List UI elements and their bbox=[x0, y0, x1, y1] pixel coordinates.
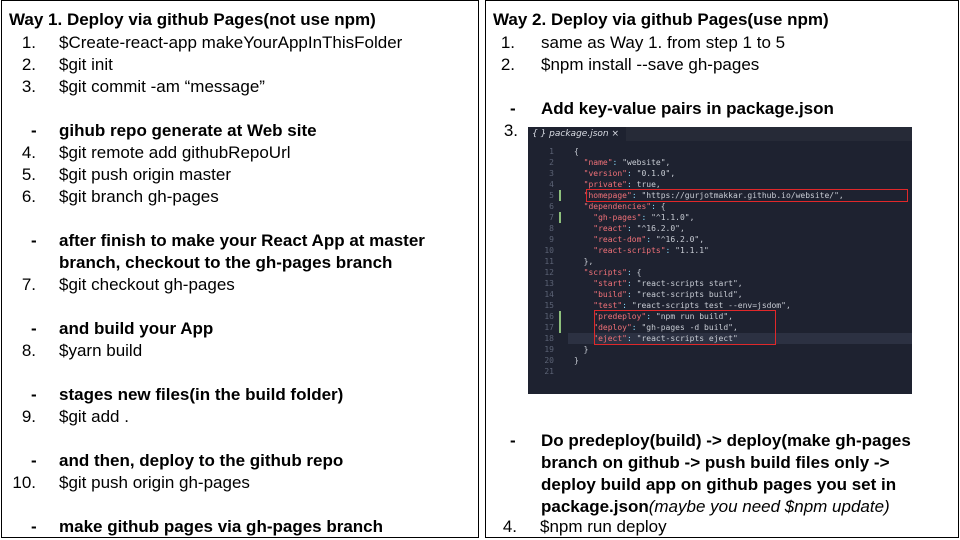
code-line: "start": "react-scripts start", bbox=[593, 279, 743, 288]
code-line-number: 3 bbox=[549, 169, 554, 178]
code-line: "version": "0.1.0", bbox=[583, 169, 676, 178]
package-json-code-screenshot: { } package.json × 1 {2 "name": "website"… bbox=[528, 127, 912, 394]
scripts-highlight-box bbox=[594, 310, 776, 345]
way1-step-number: 5. bbox=[21, 165, 36, 184]
code-line-number: 16 bbox=[544, 312, 554, 321]
way2-step-number: 2. bbox=[500, 55, 515, 74]
way1-step-number: 3. bbox=[21, 77, 36, 96]
way1-bullet: - bbox=[31, 451, 37, 470]
way2-note: Add key-value pairs in package.json bbox=[541, 99, 834, 118]
way2-note: package.json bbox=[541, 497, 649, 516]
code-line-number: 17 bbox=[544, 323, 554, 332]
way1-step-text: $git remote add githubRepoUrl bbox=[59, 143, 291, 162]
code-line-number: 15 bbox=[544, 301, 554, 310]
way1-step-text: $git push origin master bbox=[59, 165, 231, 184]
code-line: } bbox=[574, 356, 579, 365]
way2-title: Way 2. Deploy via github Pages(use npm) bbox=[493, 10, 829, 29]
way2-note: branch on github -> push build files onl… bbox=[541, 453, 890, 472]
code-line-number: 5 bbox=[549, 191, 554, 200]
code-line-number: 21 bbox=[544, 367, 554, 376]
editor-tab-label: { } package.json × bbox=[532, 129, 619, 139]
way2-note-italic: (maybe you need $npm update) bbox=[648, 497, 890, 516]
code-line: "build": "react-scripts build", bbox=[593, 290, 743, 299]
way1-note: branch, checkout to the gh-pages branch bbox=[59, 253, 393, 272]
way1-step-text: $git push origin gh-pages bbox=[59, 473, 250, 492]
code-line-number: 4 bbox=[549, 180, 554, 189]
code-line-number: 13 bbox=[544, 279, 554, 288]
code-line: "react-scripts": "1.1.1" bbox=[593, 246, 709, 255]
way1-step-text: $git init bbox=[59, 55, 113, 74]
code-line-number: 8 bbox=[549, 224, 554, 233]
way1-note: and build your App bbox=[59, 319, 214, 338]
way1-bullet: - bbox=[31, 319, 37, 338]
code-line: "react-dom": "^16.2.0", bbox=[593, 235, 705, 244]
code-line-number: 19 bbox=[544, 345, 554, 354]
way2-step-text: $npm run deploy bbox=[540, 517, 667, 536]
git-change-marker bbox=[559, 322, 561, 333]
way1-step-number: 9. bbox=[21, 407, 36, 426]
git-change-marker bbox=[559, 311, 561, 322]
code-line: "scripts": { bbox=[583, 268, 642, 277]
way1-step-number: 7. bbox=[21, 275, 36, 294]
way1-step-number: 4. bbox=[21, 143, 36, 162]
way1-bullet: - bbox=[31, 121, 37, 140]
way1-bullet: - bbox=[31, 231, 37, 250]
way1-step-text: $yarn build bbox=[59, 341, 143, 360]
way1-note: make github pages via gh-pages branch bbox=[59, 517, 384, 536]
way2-note: Do predeploy(build) -> deploy(make gh-pa… bbox=[541, 431, 911, 450]
way2-step-text: same as Way 1. from step 1 to 5 bbox=[541, 33, 786, 52]
way2-step-text: $npm install --save gh-pages bbox=[541, 55, 760, 74]
way1-step-text: $git branch gh-pages bbox=[59, 187, 219, 206]
code-line: "dependencies": { bbox=[583, 202, 666, 211]
way1-title: Way 1. Deploy via github Pages(not use n… bbox=[9, 10, 376, 29]
way2-step-number: 1. bbox=[500, 33, 515, 52]
way2-note-line: package.json(maybe you need $npm update) bbox=[541, 497, 890, 517]
code-line: } bbox=[574, 345, 589, 354]
editor-tab-bar: { } package.json × bbox=[528, 127, 912, 141]
code-line-number: 2 bbox=[549, 158, 554, 167]
way1-step-text: $git commit -am “message” bbox=[59, 77, 265, 96]
code-line: }, bbox=[574, 257, 594, 266]
way1-note: after finish to make your React App at m… bbox=[59, 231, 425, 250]
way2-bullet: - bbox=[510, 431, 516, 450]
way1-step-text: $Create-react-app makeYourAppInThisFolde… bbox=[59, 33, 403, 52]
way2-note: deploy build app on github pages you set… bbox=[541, 475, 897, 494]
way1-step-number: 8. bbox=[21, 341, 36, 360]
way1-step-number: 2. bbox=[21, 55, 36, 74]
way1-note: stages new files(in the build folder) bbox=[59, 385, 344, 404]
way2-bullet: - bbox=[510, 99, 516, 118]
code-line: "name": "website", bbox=[583, 158, 671, 167]
way1-step-text: $git checkout gh-pages bbox=[59, 275, 235, 294]
code-line: { bbox=[574, 147, 579, 156]
way1-bullet: - bbox=[31, 385, 37, 404]
code-line-number: 6 bbox=[549, 202, 554, 211]
code-line-number: 20 bbox=[544, 356, 554, 365]
code-line: "gh-pages": "^1.1.0", bbox=[593, 213, 695, 222]
git-change-marker bbox=[559, 190, 561, 201]
code-line-number: 10 bbox=[544, 246, 554, 255]
way1-note: gihub repo generate at Web site bbox=[59, 121, 317, 140]
way1-bullet: - bbox=[31, 517, 37, 536]
way1-step-number: 10. bbox=[12, 473, 36, 492]
code-line-number: 14 bbox=[544, 290, 554, 299]
code-line-number: 18 bbox=[544, 334, 554, 343]
code-line: "react": "^16.2.0", bbox=[593, 224, 685, 233]
way2-step-number: 3. bbox=[503, 121, 518, 140]
way1-step-number: 1. bbox=[21, 33, 36, 52]
way1-note: and then, deploy to the github repo bbox=[59, 451, 344, 470]
code-line-number: 1 bbox=[549, 147, 554, 156]
editor-tab: { } package.json × bbox=[528, 127, 626, 141]
way1-step-text: $git add . bbox=[59, 407, 129, 426]
way2-step-number: 4. bbox=[502, 517, 517, 536]
code-line-number: 7 bbox=[549, 213, 554, 222]
way1-step-number: 6. bbox=[21, 187, 36, 206]
code-line-number: 9 bbox=[549, 235, 554, 244]
code-line-number: 11 bbox=[544, 257, 554, 266]
git-change-marker bbox=[559, 212, 561, 223]
code-line-number: 12 bbox=[544, 268, 554, 277]
homepage-highlight-box bbox=[586, 189, 908, 202]
